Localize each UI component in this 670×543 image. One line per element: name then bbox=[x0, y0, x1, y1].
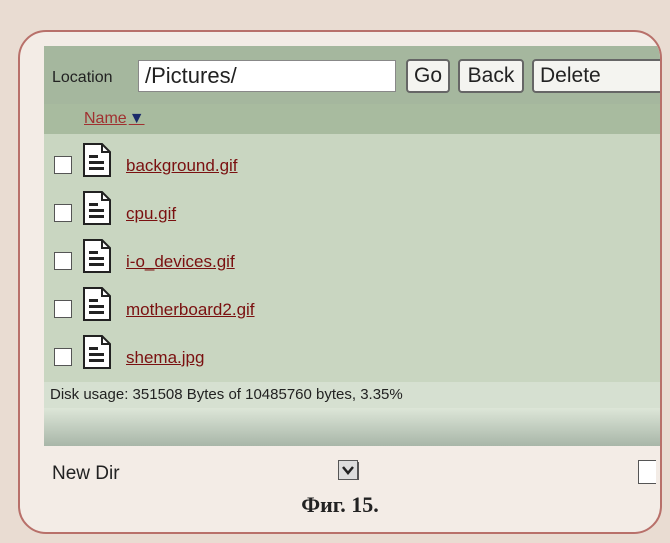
document-icon bbox=[83, 287, 111, 321]
delete-button[interactable]: Delete bbox=[532, 59, 660, 93]
file-row: motherboard2.gif bbox=[44, 282, 660, 328]
file-checkbox[interactable] bbox=[54, 204, 72, 222]
file-row: shema.jpg bbox=[44, 330, 660, 376]
disk-usage-status: Disk usage: 351508 Bytes of 10485760 byt… bbox=[44, 382, 660, 408]
name-column-header[interactable]: Name ▼ bbox=[84, 110, 145, 128]
sort-down-icon: ▼ bbox=[128, 110, 145, 127]
file-link[interactable]: motherboard2.gif bbox=[126, 300, 255, 320]
document-icon bbox=[83, 335, 111, 369]
file-checkbox[interactable] bbox=[54, 348, 72, 366]
document-icon bbox=[83, 143, 111, 177]
new-dir-input[interactable] bbox=[638, 460, 656, 484]
chevron-down-icon[interactable] bbox=[338, 460, 358, 480]
file-list: Name ▼ background.gif cpu.gif i-o_devices.g… bbox=[44, 104, 660, 382]
file-row: i-o_devices.gif bbox=[44, 234, 660, 280]
column-header: Name ▼ bbox=[44, 104, 660, 134]
document-icon bbox=[83, 239, 111, 273]
document-icon bbox=[83, 191, 111, 225]
figure-frame: Location /Pictures/ Go Back Delete Name ▼… bbox=[18, 30, 662, 534]
new-dir-select-field[interactable] bbox=[358, 462, 362, 480]
back-button[interactable]: Back bbox=[458, 59, 524, 93]
file-checkbox[interactable] bbox=[54, 252, 72, 270]
location-label: Location bbox=[52, 69, 113, 86]
file-link[interactable]: cpu.gif bbox=[126, 204, 176, 224]
location-input[interactable]: /Pictures/ bbox=[138, 60, 396, 92]
separator-bar bbox=[44, 408, 660, 446]
new-dir-label: New Dir bbox=[52, 463, 120, 484]
location-toolbar: Location /Pictures/ Go Back Delete bbox=[44, 46, 660, 104]
file-link[interactable]: i-o_devices.gif bbox=[126, 252, 235, 272]
file-link[interactable]: shema.jpg bbox=[126, 348, 204, 368]
file-manager: Location /Pictures/ Go Back Delete Name ▼… bbox=[44, 46, 660, 446]
figure-caption: Фиг. 15. bbox=[301, 492, 379, 517]
go-button[interactable]: Go bbox=[406, 59, 450, 93]
file-row: background.gif bbox=[44, 138, 660, 184]
file-link[interactable]: background.gif bbox=[126, 156, 238, 176]
file-checkbox[interactable] bbox=[54, 156, 72, 174]
file-row: cpu.gif bbox=[44, 186, 660, 232]
file-checkbox[interactable] bbox=[54, 300, 72, 318]
